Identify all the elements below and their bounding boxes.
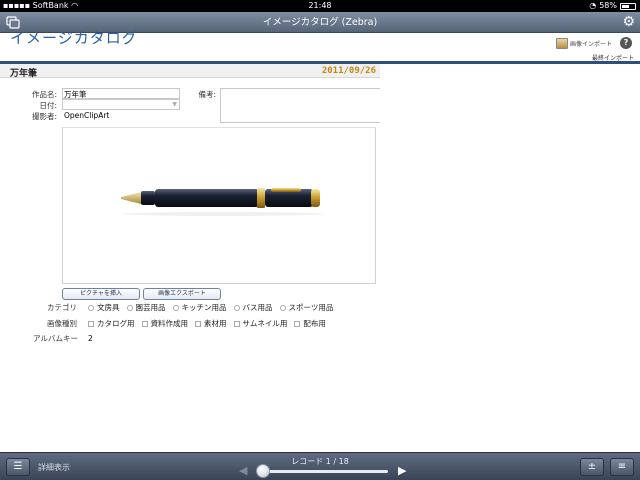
title-field[interactable]: 万年筆 <box>62 88 180 99</box>
image-type-options: カタログ用 資料作成用 素材用 サムネイル用 配布用 <box>88 318 333 329</box>
notes-label: 備考: <box>198 90 216 99</box>
image-type-option-label: 配布用 <box>303 319 326 328</box>
layout-title: イメージカタログ <box>10 29 138 47</box>
battery-fill <box>622 4 629 8</box>
checkbox-icon <box>294 320 301 327</box>
previous-record-icon[interactable]: ◀ <box>239 464 247 477</box>
next-record-icon[interactable]: ▶ <box>398 464 406 477</box>
battery-percent: 58% <box>599 1 617 10</box>
insert-picture-button[interactable]: ピクチャを挿入 <box>62 288 140 300</box>
category-option-label: スポーツ用品 <box>288 303 334 312</box>
radio-icon <box>126 304 133 311</box>
album-key-label: アルバムキー <box>33 334 78 343</box>
record-name: 万年筆 <box>10 69 38 79</box>
status-time: 21:48 <box>308 1 332 10</box>
photographer-field[interactable]: OpenClipArt <box>62 110 180 121</box>
notes-field[interactable] <box>220 88 380 123</box>
checkbox-icon <box>141 320 148 327</box>
checkbox-icon <box>88 320 94 327</box>
category-option[interactable]: バス用品 <box>233 302 273 313</box>
record-counter: レコード 1 / 18 <box>291 457 349 466</box>
image-import-icon <box>556 38 568 49</box>
title-label: 作品名: <box>31 90 57 99</box>
checkbox-icon <box>233 320 240 327</box>
category-option[interactable]: キッチン用品 <box>172 302 227 313</box>
gear-icon[interactable]: ⚙ <box>622 14 635 30</box>
category-option-label: 文房具 <box>97 303 120 312</box>
photographer-label: 撮影者: <box>31 112 57 121</box>
image-import-button[interactable]: 画像インポート <box>556 38 612 49</box>
image-type-option[interactable]: サムネイル用 <box>233 318 288 329</box>
layout-header: イメージカタログ 画像インポート ? 最終インポート <box>0 29 640 62</box>
photographer-value: OpenClipArt <box>64 111 110 120</box>
image-type-option-label: サムネイル用 <box>242 319 288 328</box>
image-type-option[interactable]: カタログ用 <box>88 318 135 329</box>
radio-icon <box>279 304 286 311</box>
checkbox-icon <box>195 320 201 327</box>
actions-button[interactable]: ≡ <box>610 458 634 476</box>
battery-icon <box>620 2 636 10</box>
category-option[interactable]: 園芸用品 <box>126 302 166 313</box>
export-image-button[interactable]: 画像エクスポート <box>143 288 221 300</box>
image-type-option-label: 資料作成用 <box>150 319 189 328</box>
category-option[interactable]: 文房具 <box>88 302 120 313</box>
radio-icon <box>172 304 179 311</box>
image-import-label: 画像インポート <box>570 41 613 48</box>
image-type-option-label: 素材用 <box>204 319 227 328</box>
category-option[interactable]: スポーツ用品 <box>279 302 334 313</box>
lock-rotation-icon: ◔ <box>589 1 597 10</box>
record-slider-track[interactable] <box>256 470 388 473</box>
battery-status: ◔ 58% <box>589 0 636 12</box>
category-option-label: 園芸用品 <box>135 303 166 312</box>
help-icon[interactable]: ? <box>620 37 632 49</box>
image-type-option[interactable]: 配布用 <box>294 318 326 329</box>
radio-icon <box>88 304 94 311</box>
plus-minus-icon: ± <box>587 461 597 472</box>
category-options: 文房具 園芸用品 キッチン用品 バス用品 スポーツ用品 <box>88 302 340 313</box>
search-list-icon: ≡ <box>617 461 627 472</box>
image-container[interactable] <box>62 127 376 284</box>
album-key-value: 2 <box>88 334 93 343</box>
record-title-row: 万年筆 2011/09/26 <box>0 64 380 79</box>
radio-icon <box>233 304 240 311</box>
image-type-option[interactable]: 素材用 <box>195 318 227 329</box>
fountain-pen-image <box>121 188 323 216</box>
new-record-button[interactable]: ± <box>580 458 604 476</box>
record-slider-thumb[interactable] <box>256 464 270 478</box>
status-bar: ▪▪▪▪▪ SoftBank ◠ 21:48 ◔ 58% <box>0 0 640 12</box>
date-dropdown[interactable]: ▼ <box>62 99 180 110</box>
record-date: 2011/09/26 <box>321 66 376 76</box>
image-type-label: 画像種別 <box>47 319 77 328</box>
bottom-toolbar: ☰ 詳細表示 レコード 1 / 18 ◀ ▶ ± ≡ <box>0 452 640 480</box>
category-option-label: キッチン用品 <box>181 303 227 312</box>
date-label: 日付: <box>39 101 57 110</box>
category-option-label: バス用品 <box>242 303 273 312</box>
chevron-down-icon: ▼ <box>172 101 177 108</box>
category-label: カテゴリ <box>47 303 77 312</box>
image-type-option-label: カタログ用 <box>97 319 135 328</box>
image-type-option[interactable]: 資料作成用 <box>141 318 189 329</box>
